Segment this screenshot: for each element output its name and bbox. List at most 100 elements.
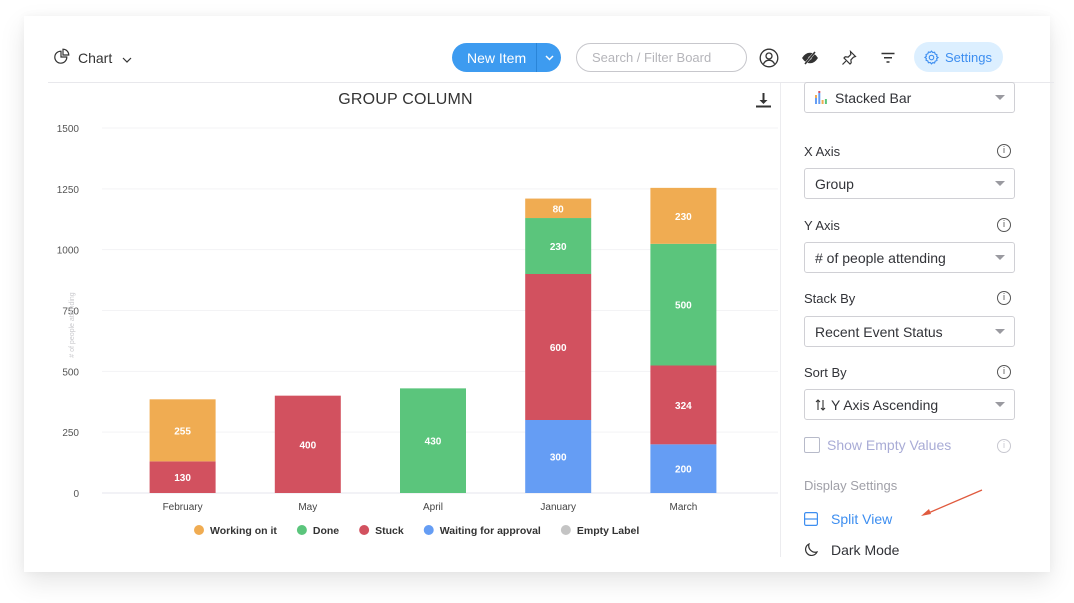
chart-type-value: Stacked Bar (835, 89, 912, 106)
y-tick-label: 1250 (57, 185, 80, 196)
y-tick-label: 1500 (57, 124, 80, 135)
top-toolbar: Chart New Item Sett (24, 16, 1050, 82)
show-empty-values-row[interactable]: Show Empty Values (804, 437, 951, 453)
legend-item[interactable]: Working on it (194, 525, 277, 537)
legend-swatch (296, 525, 307, 535)
y-tick-label: 1000 (57, 246, 80, 257)
legend-item[interactable]: Waiting for approval (423, 525, 541, 537)
legend: Working on it Done Stuck Waiting for approv… (194, 525, 639, 537)
stack-by-value: Recent Event Status (815, 323, 943, 340)
info-icon[interactable]: i (997, 291, 1011, 305)
bar-value-label: 230 (550, 242, 567, 253)
split-view-option[interactable]: Split View (804, 511, 892, 527)
legend-item[interactable]: Empty Label (560, 525, 640, 537)
bar-value-label: 255 (174, 426, 191, 437)
bar-value-label: 324 (675, 401, 692, 412)
new-item-label[interactable]: New Item (452, 50, 537, 66)
filter-icon[interactable] (877, 47, 899, 69)
y-tick-label: 250 (62, 428, 79, 439)
sort-icon (815, 398, 826, 411)
split-view-icon (804, 512, 818, 526)
caret-down-icon (995, 255, 1005, 260)
dark-mode-option[interactable]: Dark Mode (804, 542, 899, 558)
y-axis-select[interactable]: # of people attending (804, 242, 1015, 273)
x-axis-value: Group (815, 175, 854, 192)
chart-type-select[interactable]: Stacked Bar (804, 82, 1015, 113)
chart-view-window: Chart New Item Sett (24, 16, 1054, 572)
chevron-down-icon (122, 50, 132, 66)
stack-by-select[interactable]: Recent Event Status (804, 316, 1015, 347)
x-axis-ticks: February May April January March (163, 502, 698, 513)
bar-value-label: 130 (174, 473, 191, 484)
bar-value-label: 80 (553, 204, 565, 215)
person-icon[interactable] (758, 47, 780, 69)
bar-value-label: 600 (550, 343, 567, 354)
eye-off-icon[interactable] (799, 47, 821, 69)
y-axis-label: # of people attending (69, 292, 76, 357)
y-tick-label: 0 (73, 489, 79, 500)
sort-by-select[interactable]: Y Axis Ascending (804, 389, 1015, 420)
chevron-down-icon (545, 54, 554, 61)
moon-icon (805, 543, 818, 556)
caret-down-icon (995, 402, 1005, 407)
x-axis-label: X Axis (804, 144, 841, 159)
bar-value-label: 400 (299, 440, 316, 451)
view-name: Chart (78, 49, 113, 66)
legend-item[interactable]: Done (296, 525, 339, 537)
bar-value-label: 200 (675, 465, 692, 476)
bar-value-label: 300 (550, 453, 567, 464)
x-tick-label: January (540, 502, 576, 513)
x-axis-select[interactable]: Group (804, 168, 1015, 199)
settings-button[interactable]: Settings (914, 42, 1003, 72)
new-item-dropdown[interactable] (538, 43, 561, 72)
bar-value-label: 500 (675, 301, 692, 312)
legend-swatch (560, 525, 571, 535)
info-icon[interactable]: i (997, 439, 1011, 453)
caret-down-icon (995, 329, 1005, 334)
view-switcher[interactable]: Chart (54, 48, 132, 67)
bars: 130 255 400 430 300 600 230 80 200 324 500 230 (149, 187, 717, 493)
legend-label: Empty Label (577, 525, 640, 537)
dark-mode-label: Dark Mode (831, 542, 900, 558)
split-view-label: Split View (831, 511, 893, 527)
sort-by-value: Y Axis Ascending (831, 396, 939, 413)
legend-label: Done (313, 525, 339, 537)
bar-value-label: 430 (425, 437, 442, 448)
legend-swatch (359, 525, 370, 535)
x-tick-label: March (670, 502, 698, 513)
y-axis-label: Y Axis (804, 218, 840, 233)
button-divider (536, 43, 537, 72)
legend-swatch (423, 525, 434, 535)
panel-divider (780, 83, 781, 557)
x-tick-label: April (423, 502, 443, 513)
x-tick-label: February (163, 502, 203, 513)
new-item-button[interactable]: New Item (452, 43, 561, 72)
info-icon[interactable]: i (997, 218, 1011, 232)
search-box[interactable] (576, 43, 747, 72)
legend-label: Waiting for approval (440, 525, 541, 537)
x-tick-label: May (298, 502, 317, 513)
show-empty-values-checkbox[interactable] (804, 437, 820, 453)
settings-label: Settings (945, 49, 992, 65)
caret-down-icon (995, 95, 1005, 100)
sort-by-label: Sort By (804, 365, 847, 380)
info-icon[interactable]: i (997, 144, 1011, 158)
stack-by-label: Stack By (804, 291, 856, 306)
legend-item[interactable]: Stuck (359, 525, 404, 537)
show-empty-values-label: Show Empty Values (827, 437, 952, 453)
display-settings-heading: Display Settings (804, 478, 898, 493)
bar-chart-icon (815, 91, 827, 104)
legend-label: Working on it (210, 525, 277, 537)
chart-area: GROUP COLUMN 0 250 500 750 1000 1250 1500 # of… (48, 83, 778, 557)
info-icon[interactable]: i (997, 365, 1011, 379)
search-input[interactable] (590, 49, 744, 66)
annotation-arrow (921, 489, 983, 516)
legend-label: Stuck (375, 525, 404, 537)
legend-swatch (194, 525, 204, 535)
pin-icon[interactable] (838, 47, 860, 69)
y-axis-value: # of people attending (815, 249, 946, 266)
pie-chart-icon (54, 48, 70, 67)
settings-panel: Stacked Bar X Axis i Group Y Axis i # of… (804, 82, 1024, 558)
bar-value-label: 230 (675, 212, 692, 223)
y-tick-label: 500 (62, 367, 79, 378)
